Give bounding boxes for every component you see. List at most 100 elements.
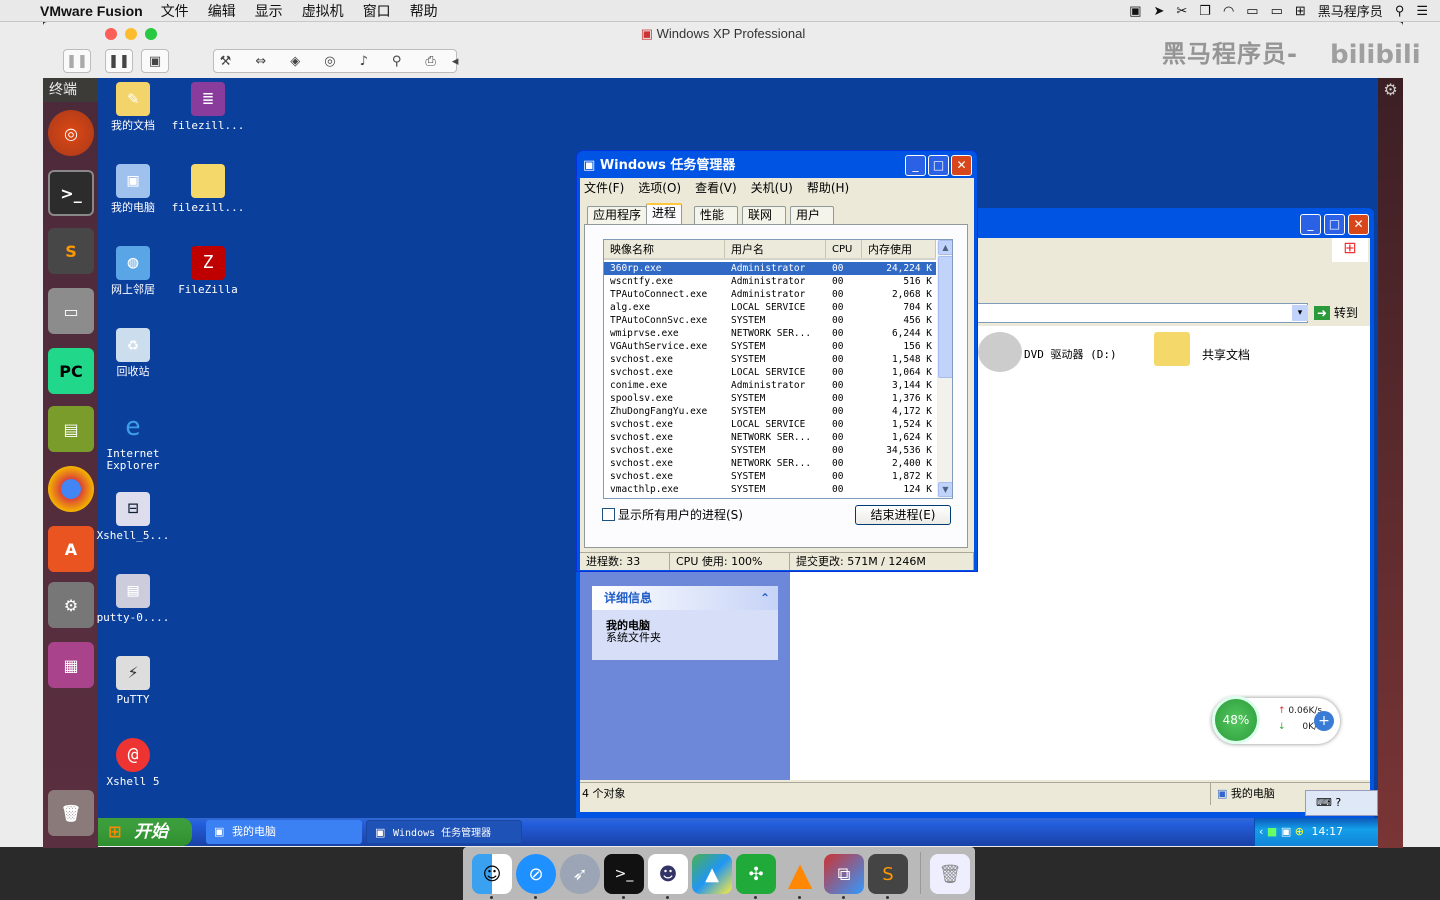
snapshot-button[interactable]: ▣ [141,49,169,73]
process-row[interactable]: spoolsv.exe SYSTEM 00 1,376 K [604,392,936,405]
pause-button[interactable]: ❚❚ [105,49,133,73]
battery-icon[interactable]: ▭ [1271,3,1283,19]
tm-menu-view[interactable]: 查看(V) [695,178,737,198]
terminal-dock-icon[interactable]: >_ [604,854,644,894]
sound-icon[interactable]: ♪ [360,54,368,69]
col-cpu[interactable]: CPU [826,240,862,258]
file-manager-icon[interactable]: ▭ [48,288,94,334]
send-icon[interactable]: ➤ [1153,3,1164,19]
menu-help[interactable]: 帮助 [410,1,438,21]
explorer-minimize-button[interactable]: _ [1300,214,1321,235]
tab-applications[interactable]: 应用程序 [587,206,648,224]
address-input[interactable] [976,303,1308,323]
ubuntu-settings-gear-icon[interactable]: ⚙ [1378,80,1403,100]
user-name[interactable]: 黑马程序员 [1318,1,1383,20]
vmware-fusion-icon[interactable]: ⧉ [824,854,864,894]
app-menu[interactable]: VMware Fusion [40,3,143,19]
desktop-icon-my-documents[interactable]: ✎ 我的文档 [93,82,173,132]
col-user-name[interactable]: 用户名 [725,240,826,258]
end-process-button[interactable]: 结束进程(E) [855,505,951,525]
tray-360-icon[interactable]: ⊕ [1295,825,1304,838]
process-row[interactable]: 360rp.exe Administrator 00 24,224 K [604,262,936,275]
collapse-chevron-icon[interactable]: ⌃ [760,586,770,610]
desktop-icon-xshell-installer[interactable]: ⊟ Xshell_5... [93,492,173,542]
menu-vm[interactable]: 虚拟机 [302,1,344,21]
go-button[interactable]: ➜ 转到 [1314,303,1366,323]
notification-center-icon[interactable]: ☰ [1416,3,1428,19]
memory-usage-circle[interactable]: 48% [1212,696,1260,744]
screen-record-icon[interactable]: ▣ [1129,3,1141,19]
system-settings-icon[interactable]: ⚙ [48,582,94,628]
explorer-maximize-button[interactable]: □ [1324,214,1345,235]
maps-icon[interactable]: ▲ [692,854,732,894]
wifi-icon[interactable]: ◠ [1223,3,1234,19]
sublime-dock-icon[interactable]: S [868,854,908,894]
tab-performance[interactable]: 性能 [694,206,738,224]
help-icon[interactable]: ? [1335,796,1341,809]
language-bar[interactable]: ⌨ ? [1305,790,1378,816]
process-row[interactable]: ZhuDongFangYu.exe SYSTEM 00 4,172 K [604,405,936,418]
tray-network-icon[interactable]: ■ [1267,825,1277,838]
tm-minimize-button[interactable]: _ [905,155,926,176]
software-center-icon[interactable]: A [48,526,94,572]
start-button[interactable]: ⊞ 开始 [98,818,192,846]
book-icon[interactable]: ▤ [48,406,94,452]
col-image-name[interactable]: 映像名称 [604,240,725,258]
desktop-icon-network-places[interactable]: ◍ 网上邻居 [93,246,173,296]
process-row[interactable]: svchost.exe LOCAL SERVICE 00 1,524 K [604,418,936,431]
process-row[interactable]: svchost.exe SYSTEM 00 1,548 K [604,353,936,366]
details-header[interactable]: 详细信息 ⌃ [592,586,778,610]
launchpad-icon[interactable]: ➶ [560,854,600,894]
pycharm-icon[interactable]: PC [48,348,94,394]
process-row[interactable]: alg.exe LOCAL SERVICE 00 704 K [604,301,936,314]
tm-menu-shutdown[interactable]: 关机(U) [751,178,793,198]
spotlight-icon[interactable]: ⚲ [1395,3,1405,19]
network-icon[interactable]: ⇔ [255,54,266,69]
expand-plus-icon[interactable]: + [1314,711,1334,731]
taskbar-item-my-computer[interactable]: ▣ 我的电脑 [206,820,362,844]
tray-vmware-icon[interactable]: ▣ [1281,825,1291,838]
usb-icon[interactable]: ⚲ [392,54,402,69]
desktop-icon-my-computer[interactable]: ▣ 我的电脑 [93,164,173,214]
menu-window[interactable]: 窗口 [363,1,391,21]
show-all-users-checkbox[interactable] [602,508,615,521]
chrome-icon[interactable] [48,466,94,512]
menu-file[interactable]: 文件 [161,1,189,21]
dvd-drive-item[interactable]: DVD 驱动器 (D:) [1024,346,1117,362]
tm-menu-help[interactable]: 帮助(H) [807,178,849,198]
desktop-icon-xshell[interactable]: @ Xshell 5 [93,738,173,788]
process-row[interactable]: TPAutoConnSvc.exe SYSTEM 00 456 K [604,314,936,327]
collapse-chevron-icon[interactable]: ◂ [452,54,459,69]
process-row[interactable]: svchost.exe LOCAL SERVICE 00 1,064 K [604,366,936,379]
process-row[interactable]: VGAuthService.exe SYSTEM 00 156 K [604,340,936,353]
address-dropdown-icon[interactable]: ▾ [1292,305,1308,321]
workspace-switcher-icon[interactable]: ▦ [48,642,94,688]
desktop-icon-filezilla-folder[interactable]: filezill... [168,164,248,214]
scroll-thumb[interactable] [938,256,952,378]
tm-close-button[interactable]: ✕ [951,155,972,176]
explorer-close-button[interactable]: ✕ [1348,214,1369,235]
process-row[interactable]: svchost.exe SYSTEM 00 1,872 K [604,470,936,483]
desktop-icon-putty-installer[interactable]: ▤ putty-0.... [93,574,173,624]
settings-wrench-icon[interactable]: ⚒ [220,54,232,69]
taskbar-item-task-manager[interactable]: ▣ Windows 任务管理器 [366,820,522,844]
process-row[interactable]: svchost.exe SYSTEM 00 34,536 K [604,444,936,457]
tm-menu-options[interactable]: 选项(O) [638,178,681,198]
process-list-scrollbar[interactable]: ▲ ▼ [937,240,952,498]
process-row[interactable]: vmacthlp.exe SYSTEM 00 124 K [604,483,936,496]
menu-view[interactable]: 显示 [255,1,283,21]
ubuntu-dash-icon[interactable]: ◎ [48,110,94,156]
vlc-icon[interactable]: ▲ [780,854,820,894]
desktop-icon-internet-explorer[interactable]: e Internet Explorer [93,410,173,472]
col-memory[interactable]: 内存使用 [862,240,936,258]
shared-docs-item[interactable]: 共享文档 [1202,346,1250,363]
scroll-down-icon[interactable]: ▼ [938,482,952,497]
disk-icon[interactable]: ◈ [290,54,300,69]
trash-dock-icon[interactable]: 🗑 [930,854,970,894]
tab-processes[interactable]: 进程 [646,203,683,225]
desktop-icon-filezilla-rar[interactable]: ≣ filezill... [168,82,248,132]
vmware-dock-icon[interactable]: ☻ [648,854,688,894]
process-row[interactable]: wscntfy.exe Administrator 00 516 K [604,275,936,288]
xmind-icon[interactable]: ✣ [736,854,776,894]
safari-icon[interactable]: ⊘ [516,854,556,894]
